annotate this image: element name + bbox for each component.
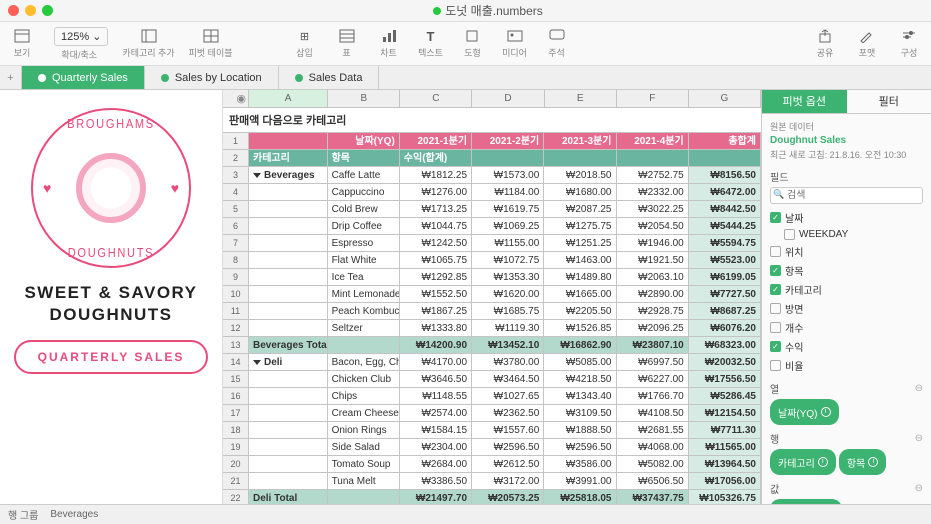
row-group-value: Beverages bbox=[50, 509, 98, 520]
pivot-options-tab[interactable]: 피벗 옵션 bbox=[762, 90, 847, 113]
heart-icon: ♥ bbox=[171, 180, 179, 196]
table-row[interactable]: 22Deli Total₩21497.70₩20573.25₩25818.05₩… bbox=[223, 490, 761, 504]
brand-panel: BROUGHAMS DOUGHNUTS ♥ ♥ SWEET & SAVORY D… bbox=[0, 90, 222, 504]
field-pill[interactable]: 항목 i bbox=[839, 449, 886, 475]
window-title: 도넛 매출.numbers bbox=[53, 2, 923, 19]
values-section: 값⊖ bbox=[770, 481, 923, 496]
column-header[interactable]: E bbox=[545, 90, 617, 107]
table-row[interactable]: 3BeveragesCaffe Latte₩1812.25₩1573.00₩20… bbox=[223, 167, 761, 184]
table-row[interactable]: 20Tomato Soup₩2684.00₩2612.50₩3586.00₩50… bbox=[223, 456, 761, 473]
pivot-table[interactable]: ◉ ABCDEFG 판매액 다음으로 카테고리1날짜(YQ)2021-1분기20… bbox=[222, 90, 761, 504]
field-checkbox[interactable]: WEEKDAY bbox=[770, 227, 923, 242]
field-checkbox[interactable]: ✓날짜 bbox=[770, 208, 923, 227]
table-row[interactable]: 21Tuna Melt₩3386.50₩3172.00₩3991.00₩6506… bbox=[223, 473, 761, 490]
field-checkbox[interactable]: ✓항목 bbox=[770, 261, 923, 280]
tagline: SWEET & SAVORY DOUGHNUTS bbox=[24, 282, 197, 326]
table-row[interactable]: 6Drip Coffee₩1044.75₩1069.25₩1275.75₩205… bbox=[223, 218, 761, 235]
row-group-label: 행 그룹 bbox=[8, 507, 38, 522]
table-row[interactable]: 18Onion Rings₩1584.15₩1557.60₩1888.50₩26… bbox=[223, 422, 761, 439]
sheet-tab[interactable]: Sales Data bbox=[279, 66, 380, 89]
source-data-name[interactable]: Doughnut Sales bbox=[770, 135, 923, 146]
source-data-label: 원본 데이터 bbox=[770, 120, 923, 133]
sheet-tab[interactable]: Quarterly Sales bbox=[22, 66, 145, 89]
zoom-select[interactable]: 125% ⌄ 확대/축소 bbox=[50, 27, 108, 61]
field-checkbox[interactable]: 개수 bbox=[770, 318, 923, 337]
column-header[interactable]: B bbox=[328, 90, 400, 107]
add-category-button[interactable]: 카테고리 추가 bbox=[122, 28, 174, 59]
view-button[interactable]: 보기 bbox=[8, 28, 36, 59]
column-header[interactable]: F bbox=[617, 90, 689, 107]
filter-tab[interactable]: 필터 bbox=[847, 90, 931, 113]
rows-section: 행⊖ bbox=[770, 431, 923, 446]
table-row[interactable]: 10Mint Lemonade₩1552.50₩1620.00₩1665.00₩… bbox=[223, 286, 761, 303]
field-checkbox[interactable]: ✓카테고리 bbox=[770, 280, 923, 299]
table-row[interactable]: 5Cold Brew₩1713.25₩1619.75₩2087.25₩3022.… bbox=[223, 201, 761, 218]
sheet-tab[interactable]: Sales by Location bbox=[145, 66, 279, 89]
status-bar: 행 그룹 Beverages bbox=[0, 504, 931, 524]
last-refresh: 최근 새로 고침: 21.8.16. 오전 10:30 bbox=[770, 148, 923, 161]
table-row[interactable]: 19Side Salad₩2304.00₩2596.50₩2596.50₩406… bbox=[223, 439, 761, 456]
add-sheet-button[interactable]: + bbox=[0, 66, 22, 89]
fields-header: 필드 bbox=[770, 169, 923, 184]
table-row[interactable]: 7Espresso₩1242.50₩1155.00₩1251.25₩1946.0… bbox=[223, 235, 761, 252]
field-checkbox[interactable]: ✓수익 bbox=[770, 337, 923, 356]
shape-button[interactable]: 도형 bbox=[459, 28, 487, 59]
media-button[interactable]: 미디어 bbox=[501, 28, 529, 59]
minimize-window[interactable] bbox=[25, 5, 36, 16]
table-row[interactable]: 4Cappuccino₩1276.00₩1184.00₩1680.00₩2332… bbox=[223, 184, 761, 201]
table-row[interactable]: 13Beverages Total₩14200.90₩13452.10₩1686… bbox=[223, 337, 761, 354]
comment-button[interactable]: 주석 bbox=[543, 28, 571, 59]
column-header[interactable]: D bbox=[472, 90, 544, 107]
toolbar: 보기 125% ⌄ 확대/축소 카테고리 추가 피벗 테이블 ⊞삽입 표 차트 … bbox=[0, 22, 931, 66]
text-button[interactable]: T텍스트 bbox=[417, 28, 445, 59]
columns-section: 열⊖ bbox=[770, 381, 923, 396]
table-button[interactable]: 표 bbox=[333, 28, 361, 59]
zoom-window[interactable] bbox=[42, 5, 53, 16]
field-pill[interactable]: 수익(합계) i bbox=[770, 499, 842, 504]
table-row[interactable]: 15Chicken Club₩3646.50₩3464.50₩4218.50₩6… bbox=[223, 371, 761, 388]
field-pill[interactable]: 날짜(YQ) i bbox=[770, 399, 839, 425]
organize-button[interactable]: 구성 bbox=[895, 28, 923, 59]
brand-bottom-text: DOUGHNUTS bbox=[45, 245, 178, 260]
heart-icon: ♥ bbox=[43, 180, 51, 196]
table-row[interactable]: 14DeliBacon, Egg, Cheese₩4170.00₩3780.00… bbox=[223, 354, 761, 371]
table-row[interactable]: 17Cream Cheese₩2574.00₩2362.50₩3109.50₩4… bbox=[223, 405, 761, 422]
field-checkbox[interactable]: 위치 bbox=[770, 242, 923, 261]
share-button[interactable]: 공유 bbox=[811, 28, 839, 59]
table-corner[interactable]: ◉ bbox=[223, 90, 249, 107]
close-window[interactable] bbox=[8, 5, 19, 16]
table-title: 판매액 다음으로 카테고리 bbox=[223, 108, 761, 133]
field-checkbox[interactable]: 비율 bbox=[770, 356, 923, 375]
column-header[interactable]: C bbox=[400, 90, 472, 107]
table-row[interactable]: 9Ice Tea₩1292.85₩1353.30₩1489.80₩2063.10… bbox=[223, 269, 761, 286]
table-row[interactable]: 12Seltzer₩1333.80₩1119.30₩1526.85₩2096.2… bbox=[223, 320, 761, 337]
brand-top-text: BROUGHAMS bbox=[45, 116, 178, 131]
format-button[interactable]: 포맷 bbox=[853, 28, 881, 59]
table-row[interactable]: 11Peach Kombucha₩1867.25₩1685.75₩2205.50… bbox=[223, 303, 761, 320]
field-checkbox[interactable]: 방면 bbox=[770, 299, 923, 318]
column-header[interactable]: A bbox=[249, 90, 328, 107]
pivot-table-button[interactable]: 피벗 테이블 bbox=[189, 28, 233, 59]
insert-button[interactable]: ⊞삽입 bbox=[291, 28, 319, 59]
table-row[interactable]: 8Flat White₩1065.75₩1072.75₩1463.00₩1921… bbox=[223, 252, 761, 269]
field-search-input[interactable] bbox=[770, 187, 923, 204]
column-header[interactable]: G bbox=[689, 90, 761, 107]
table-row[interactable]: 16Chips₩1148.55₩1027.65₩1343.40₩1766.70₩… bbox=[223, 388, 761, 405]
brand-logo: BROUGHAMS DOUGHNUTS ♥ ♥ bbox=[31, 108, 191, 268]
field-pill[interactable]: 카테고리 i bbox=[770, 449, 836, 475]
quarterly-sales-button[interactable]: QUARTERLY SALES bbox=[14, 340, 209, 374]
inspector-panel: 피벗 옵션 필터 원본 데이터 Doughnut Sales 최근 새로 고침:… bbox=[761, 90, 931, 504]
chart-button[interactable]: 차트 bbox=[375, 28, 403, 59]
